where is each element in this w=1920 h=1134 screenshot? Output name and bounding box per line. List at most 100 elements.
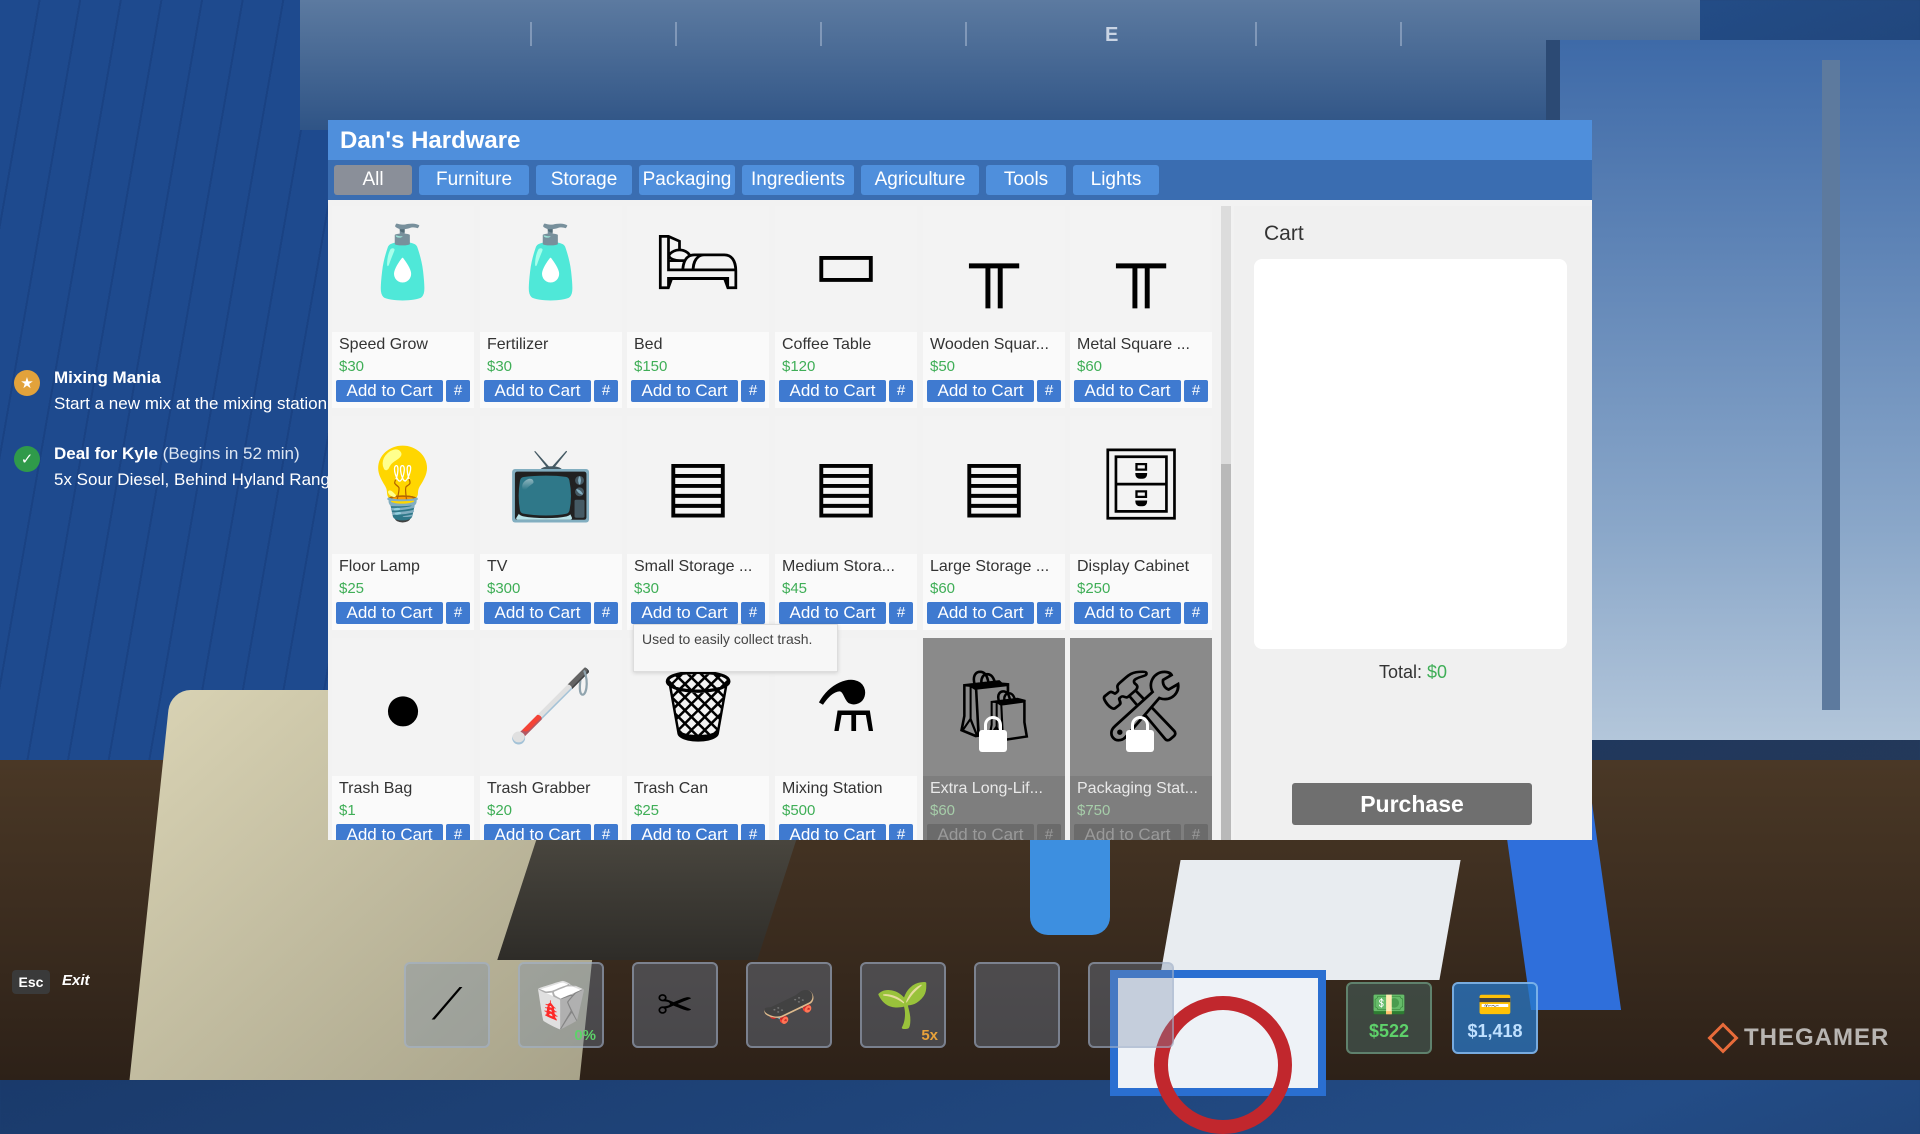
shop-item[interactable]: 🗄 Display Cabinet $250 Add to Cart #	[1070, 416, 1212, 630]
add-to-cart-button[interactable]: Add to Cart	[336, 824, 443, 840]
purchase-button[interactable]: Purchase	[1292, 783, 1532, 825]
quantity-button[interactable]: #	[1184, 824, 1208, 840]
item-price: $45	[782, 580, 808, 597]
scene-ceiling	[300, 0, 1700, 130]
compass-tick	[820, 22, 822, 46]
add-to-cart-button[interactable]: Add to Cart	[336, 602, 443, 624]
quantity-button[interactable]: #	[594, 602, 618, 624]
shop-item[interactable]: ▭ Coffee Table $120 Add to Cart #	[775, 206, 917, 408]
item-price: $250	[1077, 580, 1111, 597]
add-to-cart-button[interactable]: Add to Cart	[336, 380, 443, 402]
quantity-button[interactable]: #	[741, 380, 765, 402]
add-to-cart-button[interactable]: Add to Cart	[1074, 824, 1181, 840]
cash-icon: 💵	[1371, 989, 1407, 1020]
shop-item[interactable]: ▤ Small Storage ... $30 Add to Cart #	[627, 416, 769, 630]
shop-item[interactable]: 🛍 Extra Long-Lif... $60 Add to Cart #	[923, 638, 1065, 840]
shop-item[interactable]: ╥ Wooden Squar... $50 Add to Cart #	[923, 206, 1065, 408]
quest-title: Deal for Kyle	[54, 444, 158, 463]
soil-bag-icon: 🛍	[923, 638, 1065, 776]
scrollbar-thumb[interactable]	[1221, 464, 1231, 840]
grid-scrollbar[interactable]	[1221, 206, 1231, 840]
shop-item[interactable]: ▤ Large Storage ... $60 Add to Cart #	[923, 416, 1065, 630]
card-slot[interactable]: 💳 $1,418	[1452, 982, 1538, 1054]
hotbar-slot[interactable]: ⟋	[404, 962, 490, 1048]
item-name: Fertilizer	[487, 336, 549, 353]
shelf-icon: ▤	[923, 416, 1065, 554]
add-to-cart-button[interactable]: Add to Cart	[631, 824, 738, 840]
compass-tick	[1255, 22, 1257, 46]
hotbar-slot[interactable]: 🌱 5x	[860, 962, 946, 1048]
tab-agriculture[interactable]: Agriculture	[861, 165, 979, 195]
hotbar-slot[interactable]: 🛹	[746, 962, 832, 1048]
item-price: $300	[487, 580, 521, 597]
quest-list: ★ Mixing Mania Start a new mix at the mi…	[14, 368, 354, 520]
quantity-button[interactable]: #	[889, 380, 913, 402]
quantity-button[interactable]: #	[1184, 380, 1208, 402]
item-price: $60	[930, 802, 956, 819]
item-price: $30	[339, 358, 365, 375]
trash-grabber-icon: 🥡	[533, 981, 589, 1030]
quantity-button[interactable]: #	[1037, 380, 1061, 402]
shop-item[interactable]: ╥ Metal Square ... $60 Add to Cart #	[1070, 206, 1212, 408]
quantity-button[interactable]: #	[1184, 602, 1208, 624]
shop-item[interactable]: 🛠 Packaging Stat... $750 Add to Cart #	[1070, 638, 1212, 840]
add-to-cart-button[interactable]: Add to Cart	[631, 380, 738, 402]
shop-item[interactable]: 💡 Floor Lamp $25 Add to Cart #	[332, 416, 474, 630]
quantity-button[interactable]: #	[594, 824, 618, 840]
add-to-cart-button[interactable]: Add to Cart	[927, 380, 1034, 402]
shop-item[interactable]: 🛏 Bed $150 Add to Cart #	[627, 206, 769, 408]
shop-item[interactable]: 🦯 Trash Grabber $20 Add to Cart #	[480, 638, 622, 840]
shop-item[interactable]: 🧴 Speed Grow $30 Add to Cart #	[332, 206, 474, 408]
quantity-button[interactable]: #	[889, 602, 913, 624]
add-to-cart-button[interactable]: Add to Cart	[484, 602, 591, 624]
esc-key[interactable]: Esc	[12, 970, 50, 994]
quantity-button[interactable]: #	[741, 602, 765, 624]
add-to-cart-button[interactable]: Add to Cart	[927, 824, 1034, 840]
shop-item[interactable]: 🧴 Fertilizer $30 Add to Cart #	[480, 206, 622, 408]
shop-item[interactable]: 📺 TV $300 Add to Cart #	[480, 416, 622, 630]
item-price: $120	[782, 358, 816, 375]
add-to-cart-button[interactable]: Add to Cart	[1074, 380, 1181, 402]
quantity-button[interactable]: #	[446, 380, 470, 402]
quantity-button[interactable]: #	[889, 824, 913, 840]
add-to-cart-button[interactable]: Add to Cart	[484, 824, 591, 840]
tab-storage[interactable]: Storage	[536, 165, 632, 195]
item-name: Packaging Stat...	[1077, 780, 1198, 797]
tab-ingredients[interactable]: Ingredients	[742, 165, 854, 195]
tab-packaging[interactable]: Packaging	[639, 165, 735, 195]
tab-lights[interactable]: Lights	[1073, 165, 1159, 195]
hotbar-slot[interactable]: 🥡 0%	[518, 962, 604, 1048]
quantity-button[interactable]: #	[594, 380, 618, 402]
item-price: $1	[339, 802, 356, 819]
add-to-cart-button[interactable]: Add to Cart	[484, 380, 591, 402]
add-to-cart-button[interactable]: Add to Cart	[1074, 602, 1181, 624]
quantity-button[interactable]: #	[741, 824, 765, 840]
quantity-button[interactable]: #	[446, 602, 470, 624]
skateboard-icon: 🛹	[761, 981, 817, 1030]
tab-tools[interactable]: Tools	[986, 165, 1066, 195]
add-to-cart-button[interactable]: Add to Cart	[927, 602, 1034, 624]
shop-item[interactable]: ▤ Medium Stora... $45 Add to Cart #	[775, 416, 917, 630]
bed-icon: 🛏	[627, 206, 769, 332]
item-price: $30	[634, 580, 660, 597]
quantity-button[interactable]: #	[446, 824, 470, 840]
add-to-cart-button[interactable]: Add to Cart	[779, 824, 886, 840]
cash-slot[interactable]: 💵 $522	[1346, 982, 1432, 1054]
tab-all[interactable]: All	[334, 165, 412, 195]
quantity-button[interactable]: #	[1037, 824, 1061, 840]
add-to-cart-button[interactable]: Add to Cart	[779, 380, 886, 402]
slot-badge: 5x	[921, 1027, 938, 1044]
quantity-button[interactable]: #	[1037, 602, 1061, 624]
tab-furniture[interactable]: Furniture	[419, 165, 529, 195]
table-icon: ╥	[1070, 206, 1212, 332]
bottle-icon: 🧴	[332, 206, 474, 332]
scene-window	[1546, 40, 1920, 740]
add-to-cart-button[interactable]: Add to Cart	[779, 602, 886, 624]
add-to-cart-button[interactable]: Add to Cart	[631, 602, 738, 624]
shop-item[interactable]: ● Trash Bag $1 Add to Cart #	[332, 638, 474, 840]
item-name: Bed	[634, 336, 663, 353]
grabber-icon: 🦯	[480, 638, 622, 776]
hotbar-slot[interactable]: ✂	[632, 962, 718, 1048]
hotbar-slot[interactable]	[974, 962, 1060, 1048]
hotbar-slot[interactable]	[1088, 962, 1174, 1048]
